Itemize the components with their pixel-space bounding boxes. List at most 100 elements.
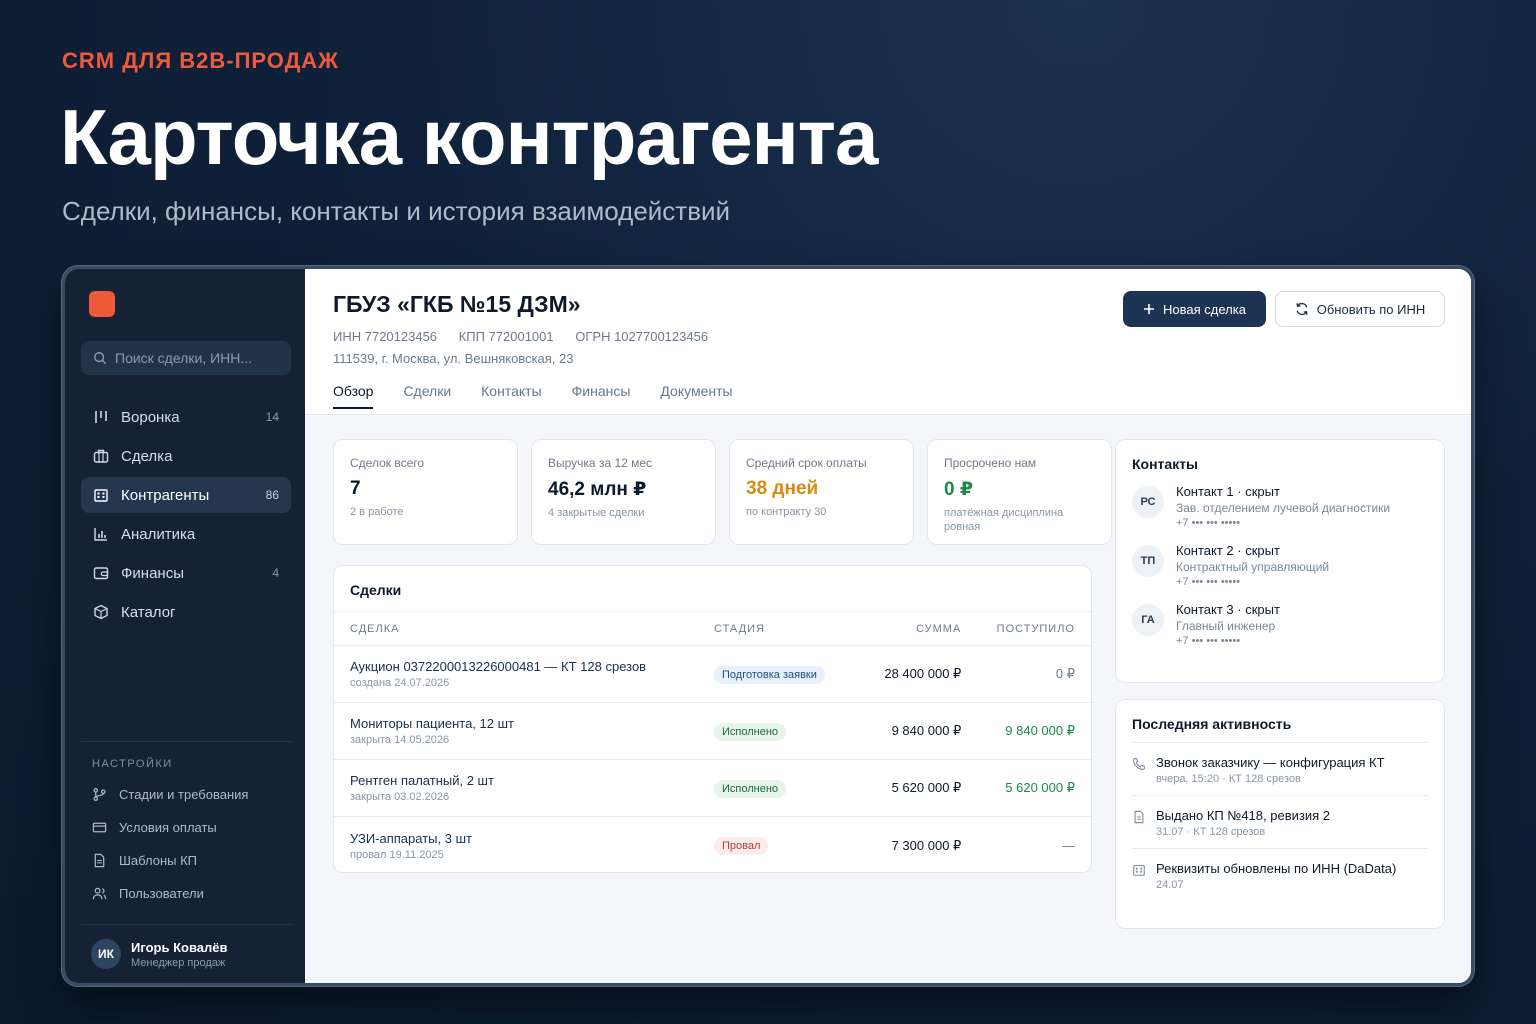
- tab-documents[interactable]: Документы: [660, 383, 732, 409]
- contact-item[interactable]: ГА Контакт 3 · скрыт Главный инженер +7 •••…: [1132, 602, 1428, 647]
- activity-meta: вчера, 15:20 · КТ 128 срезов: [1156, 773, 1301, 785]
- contact-role: Контрактный управляющий: [1176, 560, 1330, 574]
- search-input[interactable]: Поиск сделки, ИНН...: [81, 341, 291, 375]
- sum-cell: 5 620 000 ₽: [891, 780, 962, 795]
- building-icon: [1133, 865, 1145, 876]
- kpi-label: Просрочено нам: [944, 456, 1037, 470]
- sidebar-item-analytics[interactable]: Аналитика: [81, 516, 291, 552]
- tab-finance[interactable]: Финансы: [572, 383, 631, 409]
- refresh-by-inn-button[interactable]: Обновить по ИНН: [1275, 291, 1445, 327]
- branch-icon: [93, 787, 106, 802]
- sidebar-item-label: Финансы: [121, 564, 184, 582]
- sidebar-item-label: Воронка: [121, 408, 180, 426]
- page-title: ГБУЗ «ГКБ №15 ДЗМ»: [333, 291, 581, 317]
- org-ogrn: ОГРН 1027700123456: [575, 329, 709, 344]
- contacts-card: Контакты РС Контакт 1 · скрыт Зав. отделен…: [1115, 439, 1445, 683]
- card-icon: [92, 822, 107, 833]
- settings-title: НАСТРОЙКИ: [92, 758, 173, 770]
- contact-phone: +7 ••• ••• •••••: [1176, 576, 1241, 588]
- kpi-card-payment-term: Средний срок оплаты 38 дней по контракту…: [729, 439, 914, 545]
- column-header-sum[interactable]: СУММА: [862, 623, 962, 635]
- sidebar-item-count: 14: [265, 410, 279, 424]
- contact-role: Главный инженер: [1176, 619, 1276, 633]
- status-badge: Подготовка заявки: [714, 665, 825, 684]
- contact-phone: +7 ••• ••• •••••: [1176, 635, 1241, 647]
- sum-cell: 7 300 000 ₽: [891, 837, 962, 853]
- sidebar-item-funnel[interactable]: Воронка 14: [81, 399, 291, 435]
- refresh-icon: [1296, 302, 1308, 316]
- column-header-paid[interactable]: ПОСТУПИЛО: [961, 623, 1075, 635]
- sidebar-item-label: Контрагенты: [121, 486, 210, 504]
- phone-icon: [1133, 758, 1145, 770]
- avatar: РС: [1132, 486, 1164, 518]
- sidebar-item-finance[interactable]: Финансы 4: [81, 555, 291, 591]
- deal-date: создана 24.07.2026: [350, 677, 450, 689]
- sidebar-item-label: Каталог: [121, 603, 176, 621]
- contact-name: Контакт 2 · скрыт: [1176, 543, 1280, 558]
- paid-cell: —: [1062, 838, 1075, 853]
- kpi-row: Сделок всего 7 2 в работе Выручка за 12 …: [333, 439, 1112, 545]
- activity-title: Последняя активность: [1132, 716, 1428, 743]
- tab-deals[interactable]: Сделки: [403, 383, 451, 409]
- stage-cell: Провал: [714, 836, 862, 855]
- app-window: Поиск сделки, ИНН... Воронка 14 Сделка К…: [62, 266, 1474, 986]
- deal-name-link[interactable]: Мониторы пациента, 12 шт: [350, 716, 714, 731]
- kpi-value: 38 дней: [746, 478, 819, 499]
- deal-cell: Аукцион 0372200013226000481 — КТ 128 сре…: [350, 659, 714, 689]
- tab-bar: Обзор Сделки Контакты Финансы Документы: [333, 383, 733, 409]
- paid-cell: 5 620 000 ₽: [1005, 780, 1075, 795]
- activity-item[interactable]: Звонок заказчику — конфигурация КТ вчера,…: [1132, 743, 1428, 796]
- settings-item-users[interactable]: Пользователи: [81, 877, 291, 910]
- app-logo[interactable]: [89, 291, 115, 317]
- sidebar-item-label: Сделка: [121, 447, 173, 465]
- table-row[interactable]: Аукцион 0372200013226000481 — КТ 128 сре…: [334, 646, 1091, 703]
- deal-name-link[interactable]: Аукцион 0372200013226000481 — КТ 128 сре…: [350, 659, 714, 674]
- refresh-label: Обновить по ИНН: [1316, 301, 1426, 317]
- contacts-title: Контакты: [1132, 456, 1199, 472]
- deal-name-link[interactable]: УЗИ-аппараты, 3 шт: [350, 831, 714, 846]
- kpi-value: 46,2 млн ₽: [548, 479, 647, 500]
- contact-item[interactable]: РС Контакт 1 · скрыт Зав. отделением лучев…: [1132, 484, 1428, 529]
- activity-title-text: Выдано КП №418, ревизия 2: [1156, 808, 1330, 823]
- settings-item-stages[interactable]: Стадии и требования: [81, 778, 291, 811]
- org-address: 111539, г. Москва, ул. Вешняковская, 23: [333, 351, 574, 366]
- org-kpp: КПП 772001001: [458, 329, 554, 344]
- settings-item-label: Шаблоны КП: [119, 853, 198, 868]
- sidebar-item-count: 86: [265, 488, 279, 502]
- sidebar-item-count: 4: [272, 566, 279, 580]
- new-deal-button[interactable]: Новая сделка: [1123, 291, 1266, 327]
- avatar: ТП: [1132, 545, 1164, 577]
- sum-cell: 28 400 000 ₽: [884, 666, 962, 681]
- settings-item-templates[interactable]: Шаблоны КП: [81, 844, 291, 877]
- avatar: ГА: [1132, 604, 1164, 636]
- tab-contacts[interactable]: Контакты: [481, 383, 541, 409]
- deal-name-link[interactable]: Рентген палатный, 2 шт: [350, 773, 714, 788]
- settings-item-payment-terms[interactable]: Условия оплаты: [81, 811, 291, 844]
- sidebar-item-counterparties[interactable]: Контрагенты 86: [81, 477, 291, 513]
- hero-kicker: CRM ДЛЯ B2B-ПРОДАЖ: [62, 48, 340, 73]
- org-requisites: ИНН 7720123456 КПП 772001001 ОГРН 102770…: [333, 329, 726, 344]
- contact-item[interactable]: ТП Контакт 2 · скрыт Контрактный управляющ…: [1132, 543, 1428, 588]
- kpi-note: платёжная дисциплина ровная: [944, 507, 1064, 533]
- activity-item[interactable]: Выдано КП №418, ревизия 2 31.07 · КТ 128 …: [1132, 796, 1428, 849]
- tab-overview[interactable]: Обзор: [333, 383, 374, 409]
- activity-item[interactable]: Реквизиты обновлены по ИНН (DaData) 24.07: [1132, 849, 1428, 901]
- column-header-stage[interactable]: СТАДИЯ: [714, 623, 862, 635]
- column-header-deal[interactable]: СДЕЛКА: [350, 623, 714, 635]
- document-icon: [1134, 810, 1144, 824]
- contact-name: Контакт 1 · скрыт: [1176, 484, 1280, 499]
- table-row[interactable]: Мониторы пациента, 12 шт закрыта 14.05.20…: [334, 703, 1091, 760]
- sidebar-item-catalog[interactable]: Каталог: [81, 594, 291, 630]
- sidebar-item-deal[interactable]: Сделка: [81, 438, 291, 474]
- table-row[interactable]: Рентген палатный, 2 шт закрыта 03.02.2026…: [334, 760, 1091, 817]
- plus-icon: [1144, 304, 1155, 314]
- document-icon: [94, 853, 105, 868]
- user-profile[interactable]: ИК Игорь Ковалёв Менеджер продаж: [81, 924, 291, 969]
- contact-name: Контакт 3 · скрыт: [1176, 602, 1280, 617]
- kpi-value: 7: [350, 478, 361, 499]
- search-placeholder: Поиск сделки, ИНН...: [115, 350, 253, 366]
- wallet-icon: [93, 567, 109, 580]
- deals-title: Сделки: [334, 566, 1091, 612]
- deal-date: провал 19.11.2025: [350, 848, 444, 861]
- table-row[interactable]: УЗИ-аппараты, 3 шт провал 19.11.2025 Прова…: [334, 817, 1091, 872]
